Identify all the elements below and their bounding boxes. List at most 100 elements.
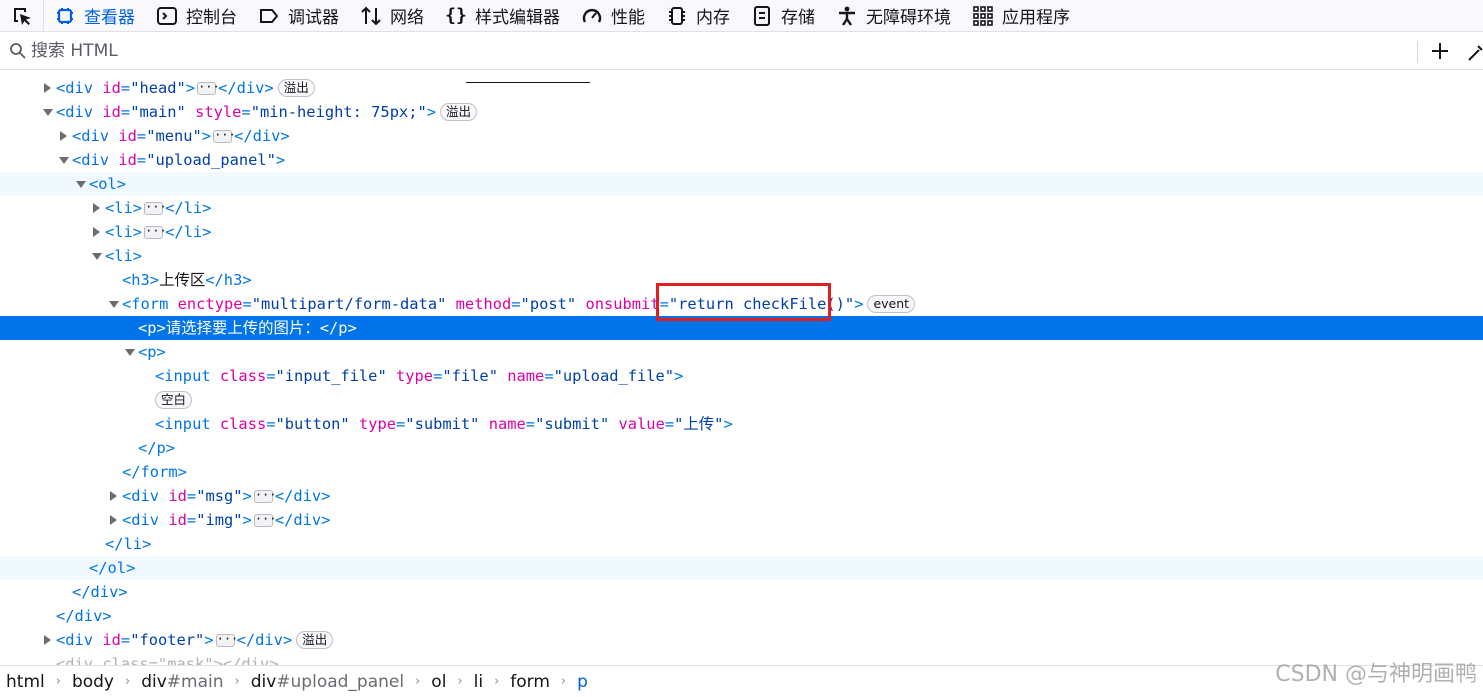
console-icon [156,5,178,27]
breadcrumb-html[interactable]: html [6,672,45,692]
tree-node-div-mask-clipped[interactable]: <div class="mask"></div> [0,652,1483,665]
ellipsis-icon[interactable]: ··· [144,201,167,215]
expand-arrow-icon[interactable] [110,491,117,501]
tab-storage[interactable]: 存储 [741,0,826,32]
ellipsis-icon[interactable]: ··· [144,225,167,239]
tab-debugger[interactable]: 调试器 [248,0,350,32]
search-icon [9,42,26,63]
tree-node-div-upload-panel[interactable]: <div id = "upload_panel" > [0,148,1483,172]
tab-label: 控制台 [186,8,237,28]
tree-node-div-img[interactable]: <div id = "img" > ··· </div> [0,508,1483,532]
collapse-arrow-icon[interactable] [59,156,69,164]
tree-close-ol: </ol> [0,556,1483,580]
breadcrumb-p[interactable]: p [577,672,588,692]
chevron-right-icon: › [494,674,500,689]
tab-style-editor[interactable]: {} 样式编辑器 [435,0,571,32]
add-node-button[interactable] [1427,38,1453,64]
search-html-input[interactable] [31,39,1401,63]
collapse-arrow-icon[interactable] [76,180,86,188]
tab-label: 内存 [696,8,730,28]
tab-application[interactable]: 应用程序 [962,0,1081,32]
tab-label: 存储 [781,8,815,28]
search-bar [0,33,1483,70]
tree-node-div-menu[interactable]: <div id = "menu" > ··· </div> [0,124,1483,148]
plus-icon [1432,43,1448,59]
markup-tree: <div id = "head" > ··· </div> 溢出 <div id = "main… [0,70,1483,665]
overflow-badge[interactable]: 溢出 [440,103,478,121]
tree-node-h3[interactable]: <h3> 上传区 </h3> [0,268,1483,292]
tab-accessibility[interactable]: 无障碍环境 [826,0,962,32]
network-icon [360,5,382,27]
tab-inspector[interactable]: 查看器 [44,0,146,32]
watermark: CSDN @与神明画鸭 [1275,662,1477,687]
tree-node-input-submit[interactable]: <input class = "button" type = "submit" name… [0,412,1483,436]
chevron-right-icon: › [415,674,421,689]
expand-arrow-icon[interactable] [44,635,51,645]
tab-performance[interactable]: 性能 [571,0,656,32]
breadcrumb-form[interactable]: form [510,672,550,692]
breadcrumb-ol[interactable]: ol [431,672,446,692]
tab-network[interactable]: 网络 [350,0,435,32]
devtools-toolbar: 查看器 控制台 调试器 网络 {} 样式编辑器 性能 内存 存储 无障碍环境 应… [0,0,1483,32]
collapse-arrow-icon[interactable] [125,348,135,356]
tree-node-form[interactable]: <form enctype = "multipart/form-data" meth… [0,292,1483,316]
tree-close-li: </li> [105,535,152,553]
chevron-right-icon: › [124,674,131,689]
memory-icon [666,5,688,27]
tree-close-div-main: </div> [56,607,112,625]
element-picker-icon [13,7,31,25]
ellipsis-icon[interactable]: ··· [197,81,220,95]
collapse-arrow-icon[interactable] [109,300,119,308]
breadcrumb-li[interactable]: li [474,672,483,692]
overflow-badge[interactable]: 溢出 [277,79,315,97]
storage-icon [751,5,773,27]
eyedropper-icon [1468,45,1483,61]
overflow-badge[interactable]: 溢出 [296,631,334,649]
tree-node-li-expanded[interactable]: <li> [0,244,1483,268]
tree-node-div-msg[interactable]: <div id = "msg" > ··· </div> [0,484,1483,508]
tree-node-div-main[interactable]: <div id = "main" style = "min-height: 75px;"… [0,100,1483,124]
tree-close-form: </form> [122,463,187,481]
event-badge[interactable]: event [867,295,916,313]
tree-node-ol[interactable]: <ol> [0,172,1483,196]
tree-node-whitespace[interactable]: 空白 [0,388,1483,412]
tree-close-p: </p> [138,439,176,457]
expand-arrow-icon[interactable] [93,203,100,213]
expand-arrow-icon[interactable] [60,131,67,141]
tree-node-div-head[interactable]: <div id = "head" > ··· </div> 溢出 [0,76,1483,100]
ellipsis-icon[interactable]: ··· [253,489,277,503]
tree-node-p-selected[interactable]: <p> 请选择要上传的图片： </p> [0,316,1483,340]
tab-console[interactable]: 控制台 [146,0,248,32]
tree-node-li[interactable]: <li> ··· </li> [0,196,1483,220]
collapse-arrow-icon[interactable] [92,252,102,260]
tab-label: 网络 [390,8,424,28]
ellipsis-icon[interactable]: ··· [213,129,236,143]
breadcrumb: html › body › div#main › div#upload_pane… [0,665,1483,697]
accessibility-icon [836,5,858,27]
inspector-icon [54,5,76,27]
expand-arrow-icon[interactable] [110,515,117,525]
tree-node-div-footer[interactable]: <div id = "footer" > ··· </div> 溢出 [0,628,1483,652]
expand-arrow-icon[interactable] [44,83,51,93]
debugger-icon [258,5,280,27]
breadcrumb-body[interactable]: body [72,672,114,692]
tab-label: 样式编辑器 [475,8,560,28]
chevron-right-icon: › [560,674,567,689]
whitespace-badge[interactable]: 空白 [155,391,193,409]
element-picker-button[interactable] [0,0,44,32]
tab-memory[interactable]: 内存 [656,0,741,32]
breadcrumb-div-main[interactable]: div#main [141,672,223,692]
ellipsis-icon[interactable]: ··· [253,513,277,527]
eyedropper-button[interactable] [1466,38,1483,64]
collapse-arrow-icon[interactable] [43,108,53,116]
expand-arrow-icon[interactable] [93,227,100,237]
performance-icon [581,5,603,27]
tab-label: 查看器 [84,8,135,28]
tree-node-p[interactable]: <p> [0,340,1483,364]
application-icon [972,5,994,27]
tree-node-li[interactable]: <li> ··· </li> [0,220,1483,244]
ellipsis-icon[interactable]: ··· [215,633,238,647]
tree-node-input-file[interactable]: <input class = "input_file" type = "file" na… [0,364,1483,388]
breadcrumb-div-upload-panel[interactable]: div#upload_panel [251,672,404,692]
chevron-right-icon: › [457,674,463,689]
